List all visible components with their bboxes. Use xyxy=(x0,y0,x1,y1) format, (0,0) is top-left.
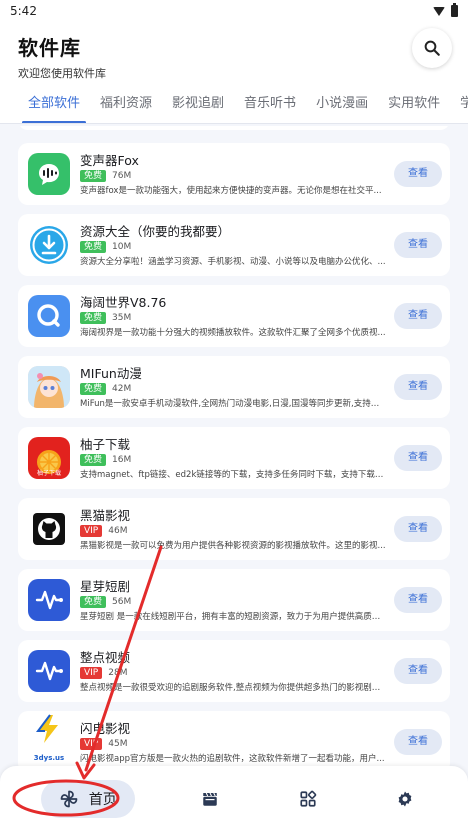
audio-wave-icon xyxy=(28,579,70,621)
app-description: 资源大全分享啦！涵盖学习资源、手机影视、动漫、小说等以及电脑办公优化、... xyxy=(80,256,386,267)
app-description: 整点视频是一款很受欢迎的追剧服务软件,整点视频为你提供超多热门的影视剧资... xyxy=(80,682,386,693)
app-size: 46M xyxy=(108,525,128,536)
view-button[interactable]: 查看 xyxy=(394,161,442,187)
app-size: 42M xyxy=(112,383,132,394)
app-size: 76M xyxy=(112,170,132,181)
free-badge: 免费 xyxy=(80,453,107,466)
pinwheel-icon xyxy=(60,790,78,808)
app-description: 海阔视界是一款功能十分强大的视频播放软件。这款软件汇聚了全网多个优质视... xyxy=(80,327,386,338)
page-title: 软件库 xyxy=(18,36,81,60)
status-time: 5:42 xyxy=(10,4,37,18)
category-tabs: 全部软件 福利资源 影视追剧 音乐听书 小说漫画 实用软件 学习 xyxy=(0,84,468,124)
page-subtitle: 欢迎您使用软件库 xyxy=(18,67,106,80)
app-description: 闪电影视app官方版是一款火热的追剧软件，这款软件新增了一起看功能，用户... xyxy=(80,753,385,764)
app-description: MiFun是一款安卓手机动漫软件,全网热门动漫电影,日漫,国漫等同步更新,支持下… xyxy=(80,398,386,409)
app-name: 柚子下载 xyxy=(80,436,131,452)
app-header: 软件库 欢迎您使用软件库 xyxy=(0,22,468,84)
status-bar: 5:42 xyxy=(0,0,468,22)
free-badge: 免费 xyxy=(80,311,107,324)
view-button[interactable]: 查看 xyxy=(394,658,442,684)
grapefruit-icon: 柚子下载 xyxy=(28,437,70,479)
app-description: 变声器fox是一款功能强大，使用起来方便快捷的变声器。无论你是想在社交平... xyxy=(80,185,382,196)
list-item[interactable]: MIFun动漫 免费 42M MiFun是一款安卓手机动漫软件,全网热门动漫电影… xyxy=(18,356,450,418)
app-size: 56M xyxy=(112,596,132,607)
download-icon xyxy=(28,224,70,266)
app-size: 28M xyxy=(108,667,128,678)
app-name: 海阔世界V8.76 xyxy=(80,294,167,310)
list-item[interactable]: 变声器Fox 免费 76M 变声器fox是一款功能强大，使用起来方便快捷的变声器… xyxy=(18,143,450,205)
tab-utilities[interactable]: 实用软件 xyxy=(378,92,450,123)
search-bubble-icon xyxy=(28,295,70,337)
tab-film-tv[interactable]: 影视追剧 xyxy=(162,92,234,123)
app-description: 支持magnet、ftp链接、ed2k链接等的下载，支持多任务同时下载，支持下载… xyxy=(80,469,386,480)
search-icon xyxy=(424,40,440,56)
tab-music-audiobooks[interactable]: 音乐听书 xyxy=(234,92,306,123)
settings-gear-icon xyxy=(398,791,412,807)
app-description: 星芽短剧 是一款在线短剧平台，拥有丰富的短剧资源，致力于为用户提供高质量... xyxy=(80,611,386,622)
app-name: 星芽短剧 xyxy=(80,578,131,594)
app-name: 闪电影视 xyxy=(80,720,131,736)
app-size: 16M xyxy=(112,454,132,465)
view-button[interactable]: 查看 xyxy=(394,729,442,755)
view-button[interactable]: 查看 xyxy=(394,445,442,471)
list-item[interactable]: 3dys.us 闪电影视 VIP 45M 闪电影视app官方版是一款火热的追剧软… xyxy=(18,711,450,772)
app-name: MIFun动漫 xyxy=(80,365,142,381)
view-button[interactable]: 查看 xyxy=(394,374,442,400)
app-name: 变声器Fox xyxy=(80,152,139,168)
search-button[interactable] xyxy=(412,28,452,68)
list-item[interactable]: 柚子下载 柚子下载 免费 16M 支持magnet、ftp链接、ed2k链接等的… xyxy=(18,427,450,489)
tab-novels-comics[interactable]: 小说漫画 xyxy=(306,92,378,123)
free-badge: 免费 xyxy=(80,169,107,182)
github-cat-icon xyxy=(28,508,70,550)
list-item[interactable]: 海阔世界V8.76 免费 35M 海阔视界是一款功能十分强大的视频播放软件。这款… xyxy=(18,285,450,347)
view-button[interactable]: 查看 xyxy=(394,232,442,258)
icon-caption: 3dys.us xyxy=(33,754,65,762)
view-button[interactable]: 查看 xyxy=(394,516,442,542)
voice-changer-icon xyxy=(28,153,70,195)
list-item[interactable]: 资源大全（你要的我都要） 免费 10M 资源大全分享啦！涵盖学习资源、手机影视、… xyxy=(18,214,450,276)
film-clapper-icon xyxy=(203,792,217,806)
icon-caption: 柚子下载 xyxy=(36,470,61,477)
free-badge: 免费 xyxy=(80,240,107,253)
app-size: 10M xyxy=(112,241,132,252)
wifi-icon xyxy=(433,6,445,16)
tab-welfare[interactable]: 福利资源 xyxy=(90,92,162,123)
list-item[interactable]: 星芽短剧 免费 56M 星芽短剧 是一款在线短剧平台，拥有丰富的短剧资源，致力于… xyxy=(18,569,450,631)
app-name: 黑猫影视 xyxy=(80,507,131,523)
list-item-partial xyxy=(18,126,450,130)
nav-apps[interactable] xyxy=(286,780,330,818)
tab-all-software[interactable]: 全部软件 xyxy=(18,92,90,123)
bottom-nav: 首页 xyxy=(0,766,468,832)
nav-home-label: 首页 xyxy=(88,792,117,808)
battery-icon xyxy=(451,3,458,17)
app-name: 整点视频 xyxy=(80,649,131,665)
view-button[interactable]: 查看 xyxy=(394,303,442,329)
app-description: 黑猫影视是一款可以免费为用户提供各种影视资源的影视播放软件。这里的影视... xyxy=(80,540,386,551)
app-size: 45M xyxy=(108,738,128,749)
anime-girl-icon xyxy=(28,366,70,408)
app-size: 35M xyxy=(112,312,132,323)
tab-learning[interactable]: 学习 xyxy=(450,92,468,123)
free-badge: 免费 xyxy=(80,595,107,608)
app-name: 资源大全（你要的我都要） xyxy=(80,223,231,239)
nav-films[interactable] xyxy=(188,780,232,818)
list-item[interactable]: 黑猫影视 VIP 46M 黑猫影视是一款可以免费为用户提供各种影视资源的影视播放… xyxy=(18,498,450,560)
lightning-logo-icon: 3dys.us xyxy=(28,714,70,763)
app-list[interactable]: 变声器Fox 免费 76M 变声器fox是一款功能强大，使用起来方便快捷的变声器… xyxy=(0,126,468,772)
nav-settings[interactable] xyxy=(383,780,427,818)
vip-badge: VIP xyxy=(80,737,103,750)
free-badge: 免费 xyxy=(80,382,107,395)
view-button[interactable]: 查看 xyxy=(394,587,442,613)
vip-badge: VIP xyxy=(80,524,103,537)
nav-home[interactable]: 首页 xyxy=(40,780,135,818)
vip-badge: VIP xyxy=(80,666,103,679)
status-icons xyxy=(433,3,458,17)
apps-grid-icon xyxy=(300,790,316,807)
list-item[interactable]: 整点视频 VIP 28M 整点视频是一款很受欢迎的追剧服务软件,整点视频为你提供… xyxy=(18,640,450,702)
audio-wave-icon xyxy=(28,650,70,692)
